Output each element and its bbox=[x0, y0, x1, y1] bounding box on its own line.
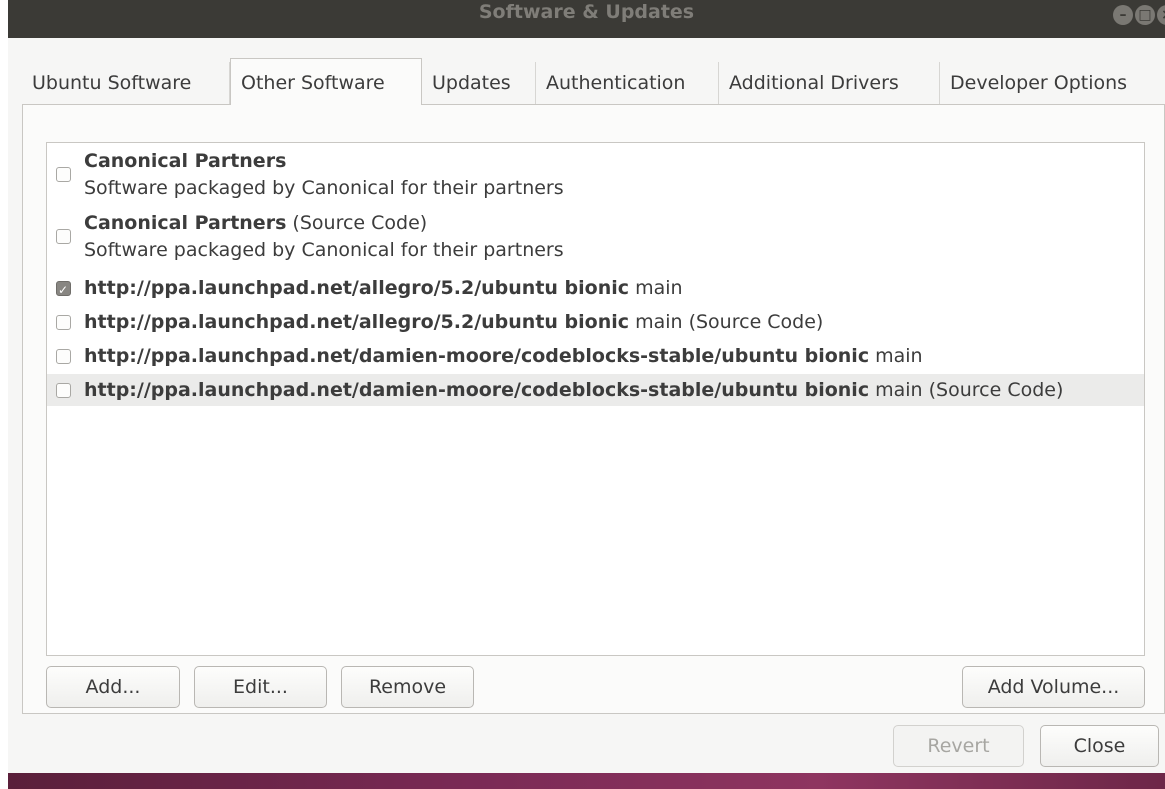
source-description: Software packaged by Canonical for their… bbox=[84, 239, 564, 261]
source-name: http://ppa.launchpad.net/damien-moore/co… bbox=[84, 379, 870, 401]
source-checkbox[interactable] bbox=[56, 349, 71, 364]
source-name: Canonical Partners bbox=[84, 212, 287, 234]
close-button[interactable]: Close bbox=[1040, 725, 1159, 767]
revert-button[interactable]: Revert bbox=[893, 725, 1024, 767]
source-text: http://ppa.launchpad.net/allegro/5.2/ubu… bbox=[84, 272, 683, 304]
source-suffix: main bbox=[629, 277, 683, 299]
source-text: http://ppa.launchpad.net/damien-moore/co… bbox=[84, 374, 1063, 406]
source-text: http://ppa.launchpad.net/damien-moore/co… bbox=[84, 340, 923, 372]
source-name: http://ppa.launchpad.net/allegro/5.2/ubu… bbox=[84, 277, 630, 299]
source-text: http://ppa.launchpad.net/allegro/5.2/ubu… bbox=[84, 306, 823, 338]
close-window-button[interactable]: × bbox=[1157, 5, 1165, 25]
source-name: http://ppa.launchpad.net/allegro/5.2/ubu… bbox=[84, 311, 630, 333]
source-text: Canonical Partners (Source Code) Softwar… bbox=[84, 210, 564, 264]
dialog: Ubuntu Software Other Software Updates A… bbox=[8, 38, 1165, 773]
source-name: http://ppa.launchpad.net/damien-moore/co… bbox=[84, 345, 870, 367]
source-checkbox[interactable] bbox=[56, 229, 71, 244]
source-text: Canonical Partners Software packaged by … bbox=[84, 148, 564, 202]
list-item[interactable]: Canonical Partners Software packaged by … bbox=[47, 148, 1144, 208]
add-source-button[interactable]: Add... bbox=[46, 666, 180, 708]
tab-updates[interactable]: Updates bbox=[422, 62, 536, 104]
minimize-icon: – bbox=[1119, 7, 1127, 23]
edit-source-button[interactable]: Edit... bbox=[194, 666, 327, 708]
tab-additional-drivers[interactable]: Additional Drivers bbox=[719, 62, 940, 104]
list-item[interactable]: Canonical Partners (Source Code) Softwar… bbox=[47, 210, 1144, 270]
sources-list[interactable]: Canonical Partners Software packaged by … bbox=[46, 142, 1145, 656]
window-title: Software & Updates bbox=[478, 1, 695, 23]
list-item[interactable]: http://ppa.launchpad.net/damien-moore/co… bbox=[47, 340, 1144, 372]
maximize-button[interactable]: □ bbox=[1135, 5, 1155, 25]
source-suffix: main (Source Code) bbox=[869, 379, 1064, 401]
tab-ubuntu-software[interactable]: Ubuntu Software bbox=[22, 62, 230, 104]
minimize-button[interactable]: – bbox=[1113, 5, 1133, 25]
desktop-background bbox=[8, 773, 1165, 789]
source-name: Canonical Partners bbox=[84, 150, 287, 172]
source-suffix: main (Source Code) bbox=[629, 311, 824, 333]
tab-other-software[interactable]: Other Software bbox=[230, 58, 422, 105]
other-software-panel: Canonical Partners Software packaged by … bbox=[22, 104, 1165, 714]
source-checkbox[interactable] bbox=[56, 274, 71, 306]
tab-authentication[interactable]: Authentication bbox=[536, 62, 719, 104]
source-checkbox[interactable] bbox=[56, 315, 71, 330]
notebook: Ubuntu Software Other Software Updates A… bbox=[22, 58, 1165, 714]
source-checkbox[interactable] bbox=[56, 383, 71, 398]
add-volume-button[interactable]: Add Volume... bbox=[962, 666, 1145, 708]
source-suffix: (Source Code) bbox=[286, 212, 428, 234]
list-item[interactable]: http://ppa.launchpad.net/allegro/5.2/ubu… bbox=[47, 306, 1144, 338]
close-icon: × bbox=[1157, 5, 1165, 25]
source-description: Software packaged by Canonical for their… bbox=[84, 177, 564, 199]
tab-bar: Ubuntu Software Other Software Updates A… bbox=[22, 58, 1165, 105]
title-bar: Software & Updates – □ × bbox=[8, 0, 1165, 38]
tab-developer-options[interactable]: Developer Options bbox=[940, 62, 1165, 104]
remove-source-button[interactable]: Remove bbox=[341, 666, 474, 708]
maximize-icon: □ bbox=[1138, 7, 1152, 23]
source-suffix: main bbox=[869, 345, 923, 367]
list-item[interactable]: http://ppa.launchpad.net/damien-moore/co… bbox=[47, 374, 1144, 406]
list-item[interactable]: http://ppa.launchpad.net/allegro/5.2/ubu… bbox=[47, 272, 1144, 306]
source-checkbox[interactable] bbox=[56, 167, 71, 182]
